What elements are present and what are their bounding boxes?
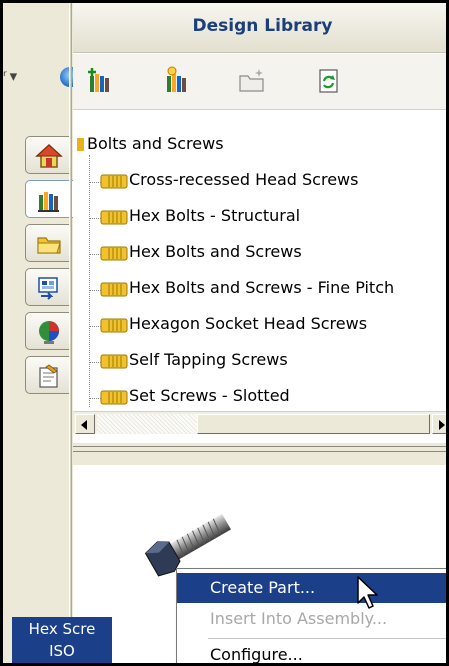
toolbar [73,54,446,110]
folder-icon [37,237,61,254]
add-file-location-button[interactable] [162,66,192,96]
create-new-folder-icon [239,69,264,92]
tree-item-label: Hex Bolts and Screws [129,242,302,261]
context-menu: Create Part... Insert Into Assembly... C… [176,568,446,663]
custom-properties-icon [39,364,58,388]
add-location-icon [167,66,186,92]
add-to-library-icon [88,68,109,92]
design-library-icon [38,192,59,212]
tab-file-explorer[interactable] [25,224,72,262]
view-palette-icon [38,277,58,300]
scroll-track[interactable] [97,414,197,434]
bolt-folder-icon [100,282,128,297]
preview-caption[interactable]: Hex Scre ISO [12,617,112,663]
bolt-folder-icon [100,390,128,405]
menu-item-insert-into-assembly[interactable]: Insert Into Assembly... [177,604,446,634]
library-tree: Bolts and Screws Cross-recessed Head Scr… [73,111,446,408]
appearances-icon [39,321,59,344]
tab-custom-properties[interactable] [25,356,72,394]
tab-home[interactable] [25,136,72,174]
bolt-folder-icon [100,210,128,225]
scroll-thumb[interactable] [197,414,430,434]
horizontal-scrollbar[interactable] [73,411,446,434]
create-new-folder-button[interactable] [237,66,267,96]
tab-view-palette[interactable] [25,268,72,306]
preview-caption-line2: ISO [49,642,75,660]
tree-item-label: Hexagon Socket Head Screws [129,314,368,333]
pane-splitter[interactable] [73,443,446,465]
folder-icon [77,138,84,151]
left-strip: ʳ ▾ [3,3,74,663]
menu-separator [208,638,446,639]
bolt-folder-icon [100,318,128,333]
tree-connector [89,155,90,408]
mouse-cursor-icon [357,576,378,609]
tree-root-label: Bolts and Screws [87,134,224,153]
left-dropdown-arrow[interactable]: ʳ ▾ [3,67,17,85]
add-to-library-button[interactable] [85,66,115,96]
tree-item-label: Self Tapping Screws [129,350,288,369]
menu-item-configure[interactable]: Configure... [177,640,446,663]
preview-caption-line1: Hex Scre [28,620,96,638]
panel-title: Design Library [73,3,446,53]
scroll-right-button[interactable] [432,414,446,434]
tab-design-library[interactable] [25,180,74,218]
bolt-folder-icon [100,246,128,261]
tree-root-node[interactable]: Bolts and Screws [77,134,224,153]
bolt-folder-icon [100,174,128,189]
tree-item-label: Hex Bolts and Screws - Fine Pitch [129,278,395,297]
screen: ʳ ▾ Design Library Bolts and Screws Cros… [0,0,449,666]
bolt-folder-icon [100,354,128,369]
tree-item-label: Hex Bolts - Structural [129,206,301,225]
refresh-icon [319,69,338,93]
tree-item-label: Set Screws - Slotted [129,386,290,405]
scroll-left-button[interactable] [75,414,95,434]
home-icon [35,143,63,168]
menu-item-create-part[interactable]: Create Part... [177,573,446,603]
tab-appearances[interactable] [25,312,72,350]
refresh-button[interactable] [313,66,343,96]
tree-item-label: Cross-recessed Head Screws [129,170,359,189]
design-library-panel: Design Library Bolts and Screws Cross-re… [73,3,446,663]
pane-divider[interactable] [69,3,72,663]
